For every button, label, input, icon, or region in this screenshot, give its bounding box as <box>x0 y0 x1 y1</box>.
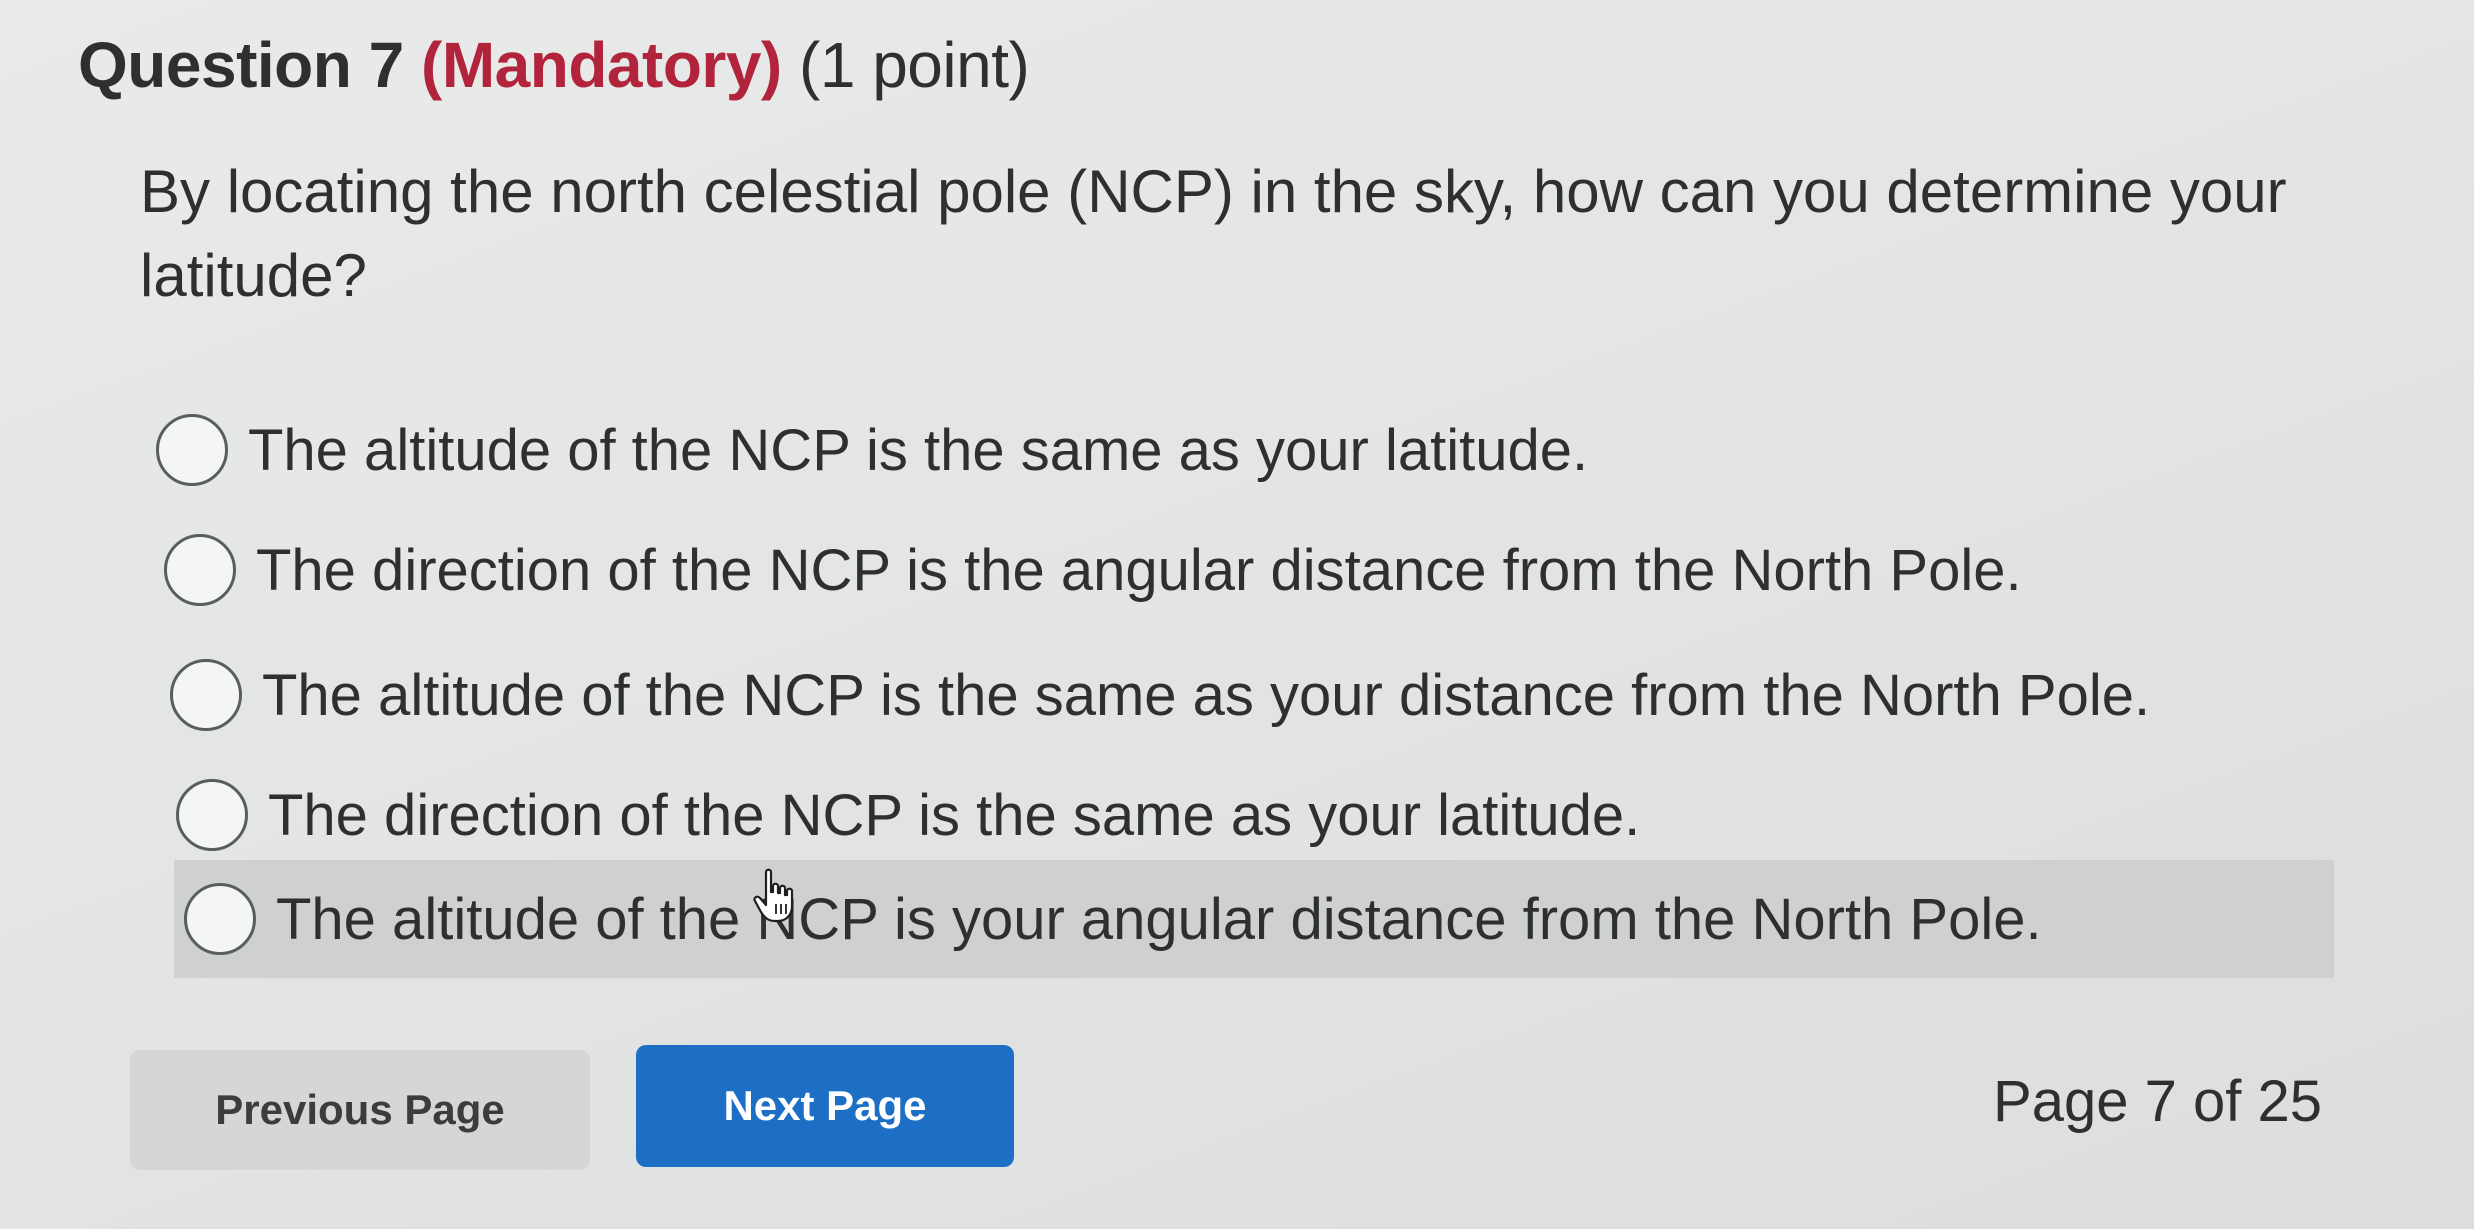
option-label: The altitude of the NCP is the same as y… <box>248 417 1589 483</box>
option-label: The direction of the NCP is the same as … <box>268 782 1641 848</box>
question-text: By locating the north celestial pole (NC… <box>140 158 2287 309</box>
answer-option-1[interactable]: The altitude of the NCP is the same as y… <box>156 395 1588 505</box>
mandatory-label: (Mandatory) <box>421 29 782 101</box>
radio-button[interactable] <box>164 534 236 606</box>
option-label: The direction of the NCP is the angular … <box>256 537 2022 603</box>
quiz-page: Question 7 (Mandatory) (1 point) By loca… <box>0 0 2474 1229</box>
radio-button[interactable] <box>170 659 242 731</box>
answer-option-3[interactable]: The altitude of the NCP is the same as y… <box>170 640 2150 750</box>
page-indicator: Page 7 of 25 <box>1993 1069 2322 1134</box>
hand-pointer-icon <box>753 868 794 923</box>
option-label: The altitude of the NCP is the same as y… <box>262 662 2151 728</box>
answer-option-2[interactable]: The direction of the NCP is the angular … <box>164 515 2022 625</box>
answer-option-5[interactable]: The altitude of the NCP is your angular … <box>174 860 2334 978</box>
question-number: Question 7 <box>78 29 404 101</box>
radio-button[interactable] <box>184 883 256 955</box>
question-header: Question 7 (Mandatory) (1 point) <box>78 28 1030 102</box>
radio-button[interactable] <box>156 414 228 486</box>
next-page-button[interactable]: Next Page <box>636 1045 1014 1167</box>
option-label: The altitude of the NCP is your angular … <box>276 886 2042 952</box>
answer-option-4[interactable]: The direction of the NCP is the same as … <box>176 760 1640 870</box>
radio-button[interactable] <box>176 779 248 851</box>
points-label: (1 point) <box>799 29 1030 101</box>
previous-page-button[interactable]: Previous Page <box>130 1050 590 1170</box>
